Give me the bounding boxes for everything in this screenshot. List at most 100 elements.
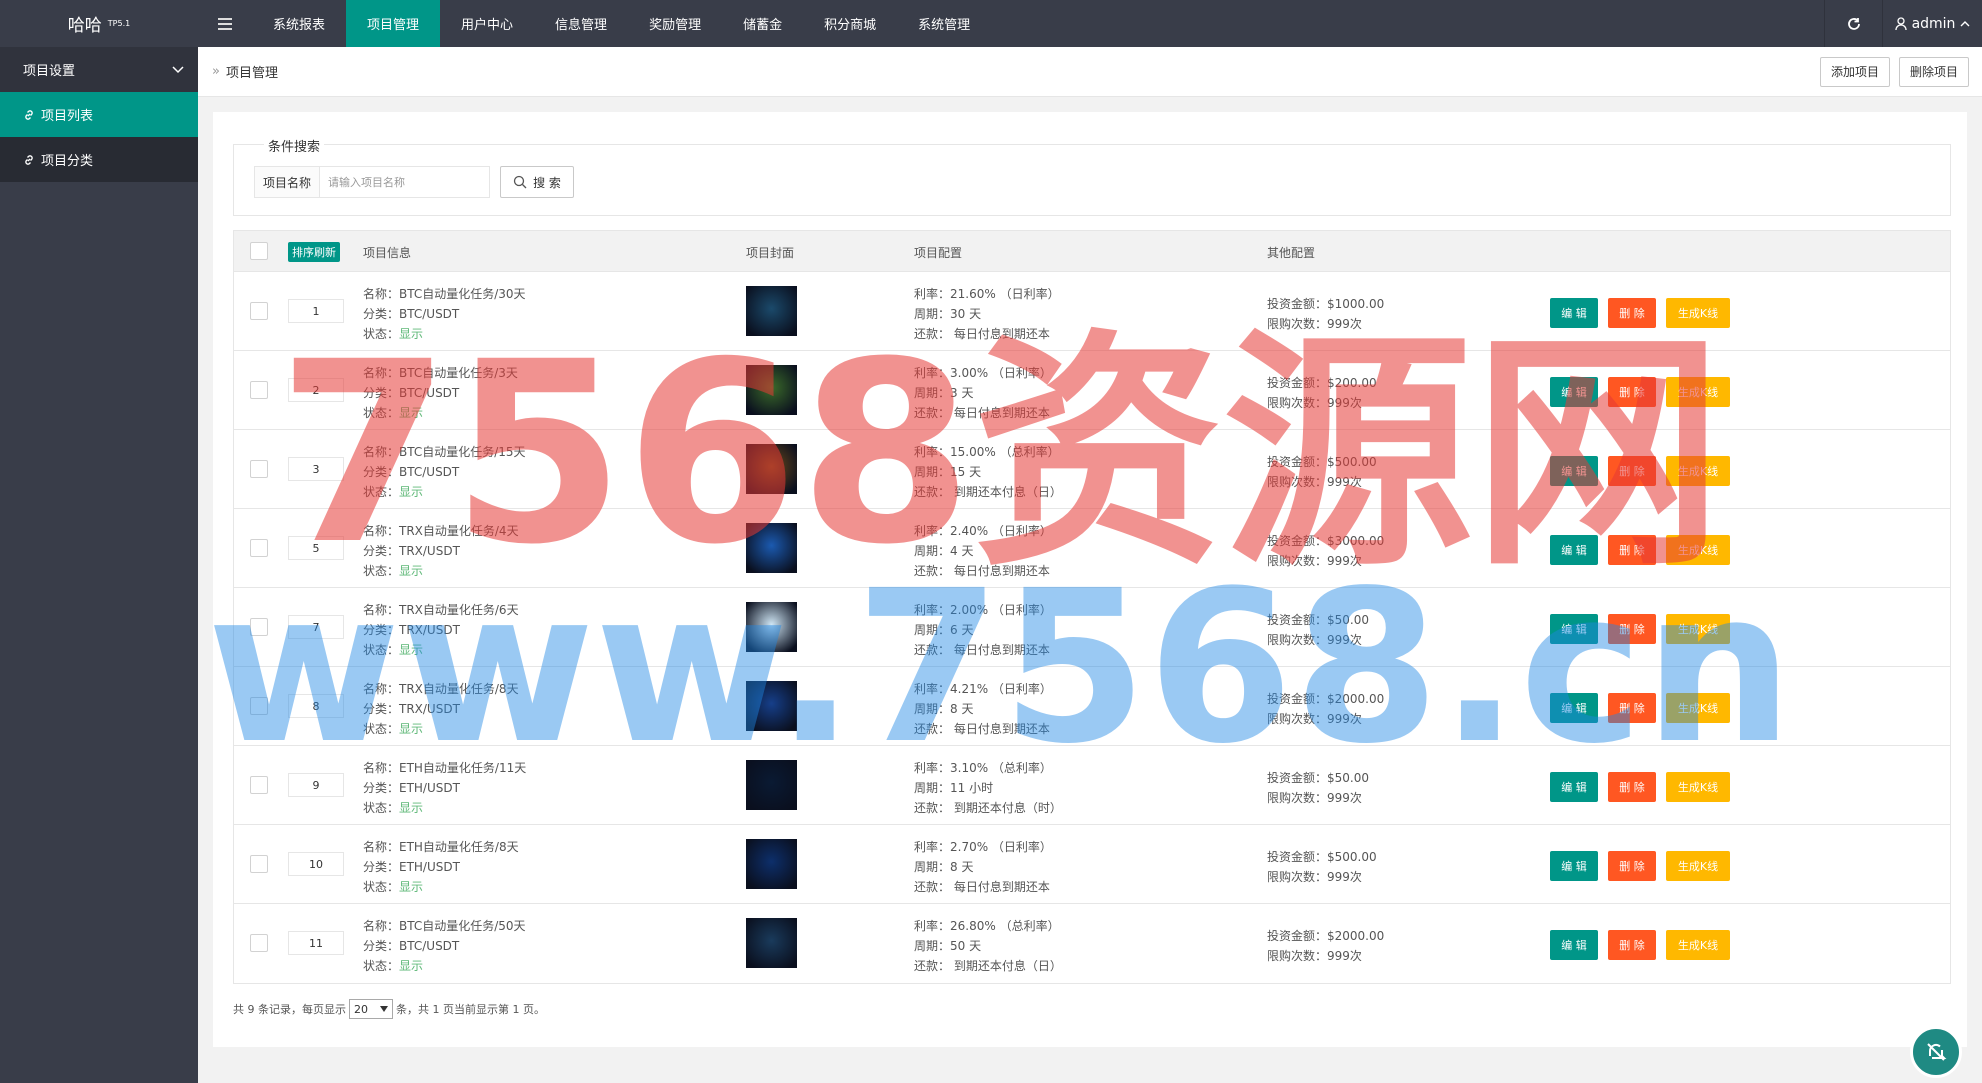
nav-item-savings[interactable]: 储蓄金	[722, 0, 803, 47]
generate-kline-button[interactable]: 生成K线	[1666, 772, 1730, 802]
table-row: 3 名称：BTC自动量化任务/15天 分类：BTC/USDT 状态：显示 利率：15.0…	[234, 430, 1950, 509]
status-label: 状态：	[363, 959, 400, 973]
project-status: 状态：显示	[363, 719, 519, 739]
nav-item-rewards[interactable]: 奖励管理	[628, 0, 722, 47]
nav-item-reports[interactable]: 系统报表	[252, 0, 346, 47]
project-info: 名称：BTC自动量化任务/3天 分类：BTC/USDT 状态：显示	[363, 363, 518, 423]
delete-button[interactable]: 删 除	[1608, 456, 1656, 486]
edit-button[interactable]: 编 辑	[1550, 614, 1598, 644]
row-checkbox[interactable]	[250, 776, 268, 794]
project-info: 名称：TRX自动量化任务/8天 分类：TRX/USDT 状态：显示	[363, 679, 519, 739]
select-all-checkbox[interactable]	[250, 242, 268, 260]
row-checkbox[interactable]	[250, 618, 268, 636]
row-checkbox[interactable]	[250, 697, 268, 715]
project-status: 状态：显示	[363, 798, 526, 818]
status-badge: 显示	[399, 564, 424, 578]
generate-kline-button[interactable]: 生成K线	[1666, 693, 1730, 723]
delete-button[interactable]: 删 除	[1608, 693, 1656, 723]
per-page-select[interactable]: 20	[349, 999, 393, 1019]
username: admin	[1911, 15, 1956, 32]
user-menu[interactable]: admin	[1882, 0, 1982, 47]
edit-button[interactable]: 编 辑	[1550, 377, 1598, 407]
status-label: 状态：	[363, 801, 400, 815]
sort-refresh-button[interactable]: 排序刷新	[288, 242, 340, 262]
nav-item-system[interactable]: 系统管理	[897, 0, 991, 47]
delete-button[interactable]: 删 除	[1608, 930, 1656, 960]
pager-suffix: 条，共 1 页当前显示第 1 页。	[396, 1003, 545, 1016]
edit-button[interactable]: 编 辑	[1550, 930, 1598, 960]
nav-item-points-mall[interactable]: 积分商城	[803, 0, 897, 47]
row-checkbox[interactable]	[250, 381, 268, 399]
sidebar-item-project-list[interactable]: 项目列表	[0, 92, 198, 137]
sort-order-input[interactable]: 10	[288, 852, 344, 876]
sidebar-item-project-category[interactable]: 项目分类	[0, 137, 198, 182]
double-chevron-icon: »	[212, 64, 220, 79]
delete-button[interactable]: 删 除	[1608, 772, 1656, 802]
delete-button[interactable]: 删 除	[1608, 298, 1656, 328]
delete-button[interactable]: 删 除	[1608, 377, 1656, 407]
sort-order-input[interactable]: 3	[288, 457, 344, 481]
project-repay: 还款： 每日付息到期还本	[914, 327, 1050, 341]
generate-kline-button[interactable]: 生成K线	[1666, 535, 1730, 565]
row-checkbox[interactable]	[250, 302, 268, 320]
search-button[interactable]: 搜 索	[500, 166, 575, 198]
row-checkbox[interactable]	[250, 934, 268, 952]
generate-kline-button[interactable]: 生成K线	[1666, 377, 1730, 407]
project-status: 状态：显示	[363, 956, 526, 976]
project-period: 周期：4 天	[914, 544, 974, 558]
sort-order-input[interactable]: 1	[288, 299, 344, 323]
generate-kline-button[interactable]: 生成K线	[1666, 298, 1730, 328]
nav-item-projects[interactable]: 项目管理	[346, 0, 441, 47]
delete-button[interactable]: 删 除	[1608, 614, 1656, 644]
row-checkbox[interactable]	[250, 855, 268, 873]
project-status: 状态：显示	[363, 482, 526, 502]
logo[interactable]: 哈哈 TP5.1	[0, 0, 198, 47]
row-checkbox[interactable]	[250, 460, 268, 478]
project-period: 周期：15 天	[914, 465, 982, 479]
other-config: 投资金额：$1000.00 限购次数：999次	[1267, 294, 1384, 334]
row-actions: 编 辑删 除生成K线	[1550, 930, 1730, 960]
project-status: 状态：显示	[363, 640, 519, 660]
project-config: 利率：3.00% （日利率） 周期：3 天还款： 每日付息到期还本	[914, 363, 1052, 423]
project-period: 周期：30 天	[914, 307, 982, 321]
refresh-icon[interactable]	[1824, 0, 1882, 47]
sort-order-input[interactable]: 8	[288, 694, 344, 718]
other-config: 投资金额：$500.00 限购次数：999次	[1267, 452, 1377, 492]
sort-order-input[interactable]: 2	[288, 378, 344, 402]
generate-kline-button[interactable]: 生成K线	[1666, 456, 1730, 486]
page-title: 项目管理	[225, 66, 278, 81]
sidebar-group-project-settings[interactable]: 项目设置	[0, 47, 198, 92]
generate-kline-button[interactable]: 生成K线	[1666, 930, 1730, 960]
sort-order-input[interactable]: 9	[288, 773, 344, 797]
sort-order-input[interactable]: 7	[288, 615, 344, 639]
search-input[interactable]: 请输入项目名称	[320, 166, 491, 198]
row-checkbox[interactable]	[250, 539, 268, 557]
pager-prefix: 共 9 条记录，每页显示	[233, 1003, 346, 1016]
edit-button[interactable]: 编 辑	[1550, 851, 1598, 881]
project-name: 名称：BTC自动量化任务/15天	[363, 445, 526, 459]
nav-item-users[interactable]: 用户中心	[440, 0, 534, 47]
link-icon	[25, 154, 33, 165]
edit-button[interactable]: 编 辑	[1550, 535, 1598, 565]
edit-button[interactable]: 编 辑	[1550, 298, 1598, 328]
edit-button[interactable]: 编 辑	[1550, 456, 1598, 486]
add-project-button[interactable]: 添加项目	[1819, 56, 1890, 87]
sidebar: 项目设置 项目列表 项目分类	[0, 47, 198, 1083]
delete-project-button[interactable]: 删除项目	[1898, 56, 1969, 87]
floating-action-button[interactable]	[1910, 1026, 1962, 1078]
delete-button[interactable]: 删 除	[1608, 535, 1656, 565]
status-label: 状态：	[363, 643, 400, 657]
edit-button[interactable]: 编 辑	[1550, 772, 1598, 802]
project-config: 利率：21.60% （日利率） 周期：30 天还款： 每日付息到期还本	[914, 284, 1060, 344]
sort-order-input[interactable]: 5	[288, 536, 344, 560]
row-actions: 编 辑删 除生成K线	[1550, 298, 1730, 328]
nav-item-info[interactable]: 信息管理	[534, 0, 628, 47]
edit-button[interactable]: 编 辑	[1550, 693, 1598, 723]
generate-kline-button[interactable]: 生成K线	[1666, 851, 1730, 881]
delete-button[interactable]: 删 除	[1608, 851, 1656, 881]
other-config: 投资金额：$500.00 限购次数：999次	[1267, 847, 1377, 887]
generate-kline-button[interactable]: 生成K线	[1666, 614, 1730, 644]
menu-icon[interactable]	[198, 0, 252, 47]
link-icon	[25, 109, 33, 120]
sort-order-input[interactable]: 11	[288, 931, 344, 955]
